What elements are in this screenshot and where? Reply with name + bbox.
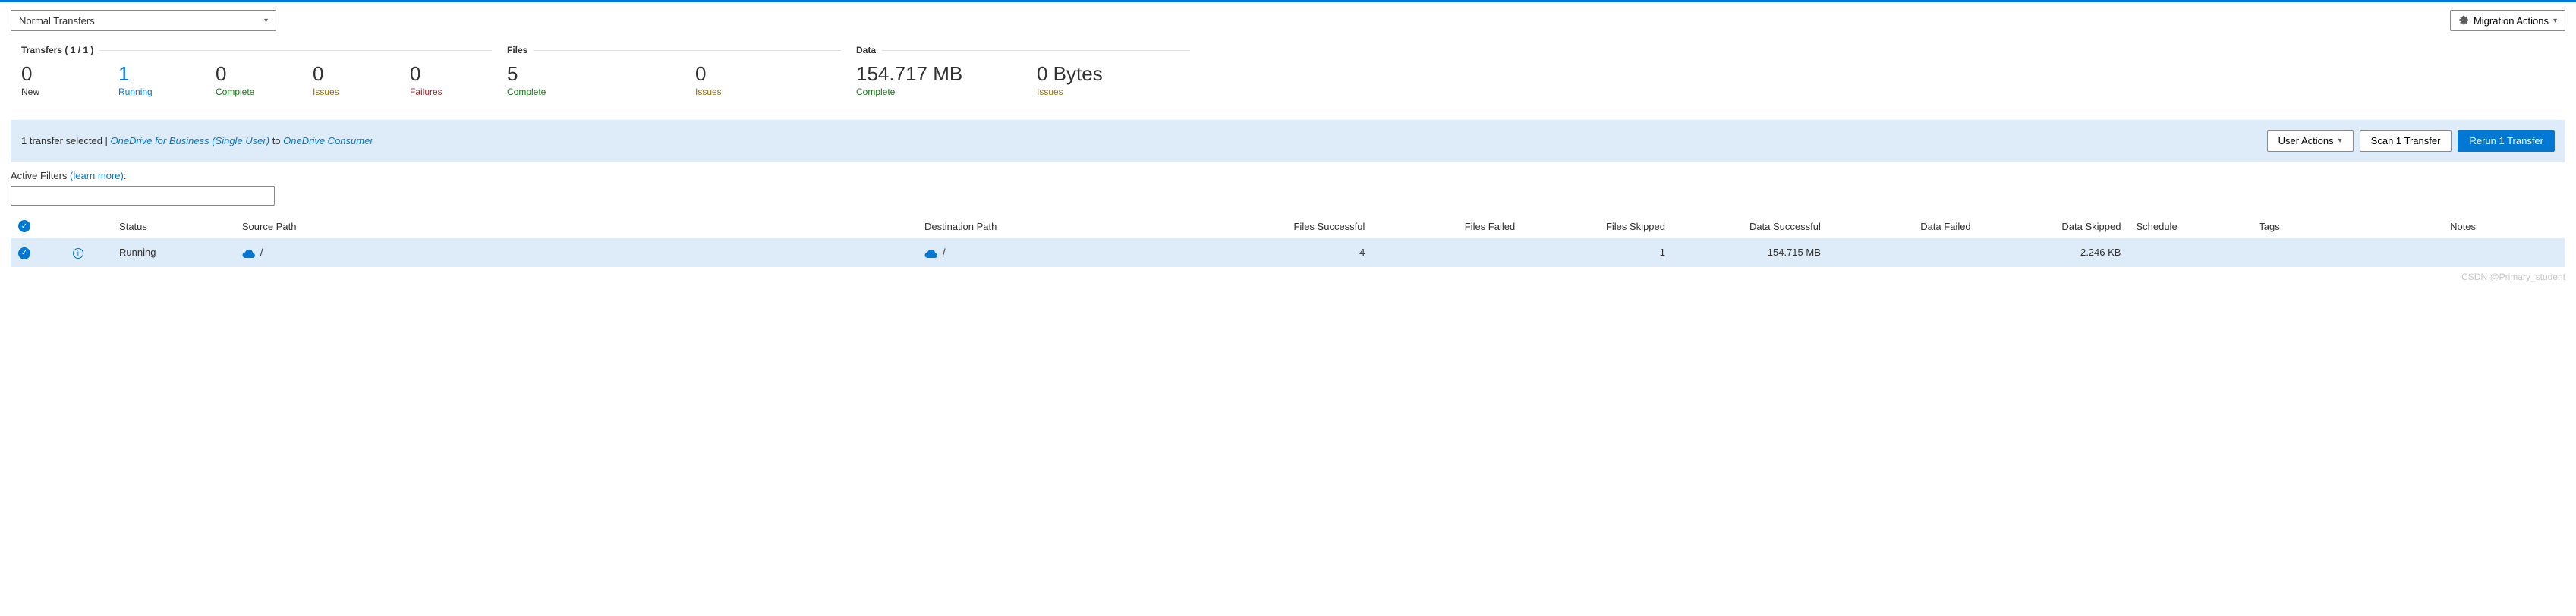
scan-transfer-button[interactable]: Scan 1 Transfer [2360,130,2452,152]
cell-tags [2251,238,2360,267]
stat-complete[interactable]: 0 Complete [216,46,307,97]
stat-files-issues[interactable]: 0 Issues [695,46,786,97]
col-notes[interactable]: Notes [2360,213,2565,239]
selection-text: 1 transfer selected | OneDrive for Busin… [21,135,373,146]
stats-row: Transfers ( 1 / 1 ) 0 New 1 Running 0 Co… [0,39,2576,120]
col-source-path[interactable]: Source Path [235,213,917,239]
cell-files-successful: 4 [1217,238,1373,267]
col-schedule[interactable]: Schedule [2128,213,2251,239]
col-files-failed[interactable]: Files Failed [1372,213,1523,239]
col-tags[interactable]: Tags [2251,213,2360,239]
col-files-skipped[interactable]: Files Skipped [1523,213,1673,239]
migration-actions-label: Migration Actions [2474,15,2549,27]
chevron-down-icon: ▾ [264,17,268,25]
cell-data-skipped: 2.246 KB [1979,238,2129,267]
user-actions-button[interactable]: User Actions ▾ [2267,130,2354,152]
chevron-down-icon: ▾ [2338,137,2342,145]
watermark: CSDN @Primary_student [0,267,2576,287]
rerun-transfer-button[interactable]: Rerun 1 Transfer [2458,130,2555,152]
cloud-icon [924,247,938,259]
stats-group-title-data: Data [856,45,882,55]
cell-files-failed [1372,238,1523,267]
row-checkbox[interactable]: ✓ [18,247,30,259]
col-status[interactable]: Status [112,213,235,239]
info-icon[interactable]: i [73,248,83,259]
chevron-down-icon: ▾ [2553,17,2557,25]
stats-group-title-transfers: Transfers ( 1 / 1 ) [21,45,99,55]
select-all-checkbox[interactable]: ✓ [18,220,30,232]
transfer-type-value: Normal Transfers [19,15,95,27]
cell-destination-path: / [943,247,946,258]
migration-actions-button[interactable]: Migration Actions ▾ [2450,10,2565,31]
cell-files-skipped: 1 [1523,238,1673,267]
stat-issues[interactable]: 0 Issues [313,46,404,97]
transfer-type-select[interactable]: Normal Transfers ▾ [11,10,276,31]
stats-group-title-files: Files [507,45,534,55]
transfers-table: ✓ Status Source Path Destination Path Fi… [11,213,2565,267]
stat-failures[interactable]: 0 Failures [410,46,501,97]
cloud-icon [242,247,256,259]
cell-status: Running [112,238,235,267]
cell-source-path: / [260,247,263,258]
stat-data-complete[interactable]: 154.717 MB Complete [856,46,1031,97]
col-data-skipped[interactable]: Data Skipped [1979,213,2129,239]
filter-input[interactable] [11,186,275,206]
cell-schedule [2128,238,2251,267]
col-files-successful[interactable]: Files Successful [1217,213,1373,239]
active-filters: Active Filters (learn more): [0,162,2576,213]
col-destination-path[interactable]: Destination Path [917,213,1217,239]
col-data-failed[interactable]: Data Failed [1828,213,1979,239]
stat-data-issues[interactable]: 0 Bytes Issues [1037,46,1128,97]
learn-more-link[interactable]: (learn more) [70,170,124,181]
selection-bar: 1 transfer selected | OneDrive for Busin… [11,120,2565,162]
cell-data-successful: 154.715 MB [1673,238,1828,267]
stat-files-complete[interactable]: 5 Complete [507,46,689,97]
cell-data-failed [1828,238,1979,267]
stat-running[interactable]: 1 Running [118,46,209,97]
col-data-successful[interactable]: Data Successful [1673,213,1828,239]
gear-icon [2458,14,2469,27]
cell-notes [2360,238,2565,267]
table-row[interactable]: ✓ i Running / / [11,238,2565,267]
